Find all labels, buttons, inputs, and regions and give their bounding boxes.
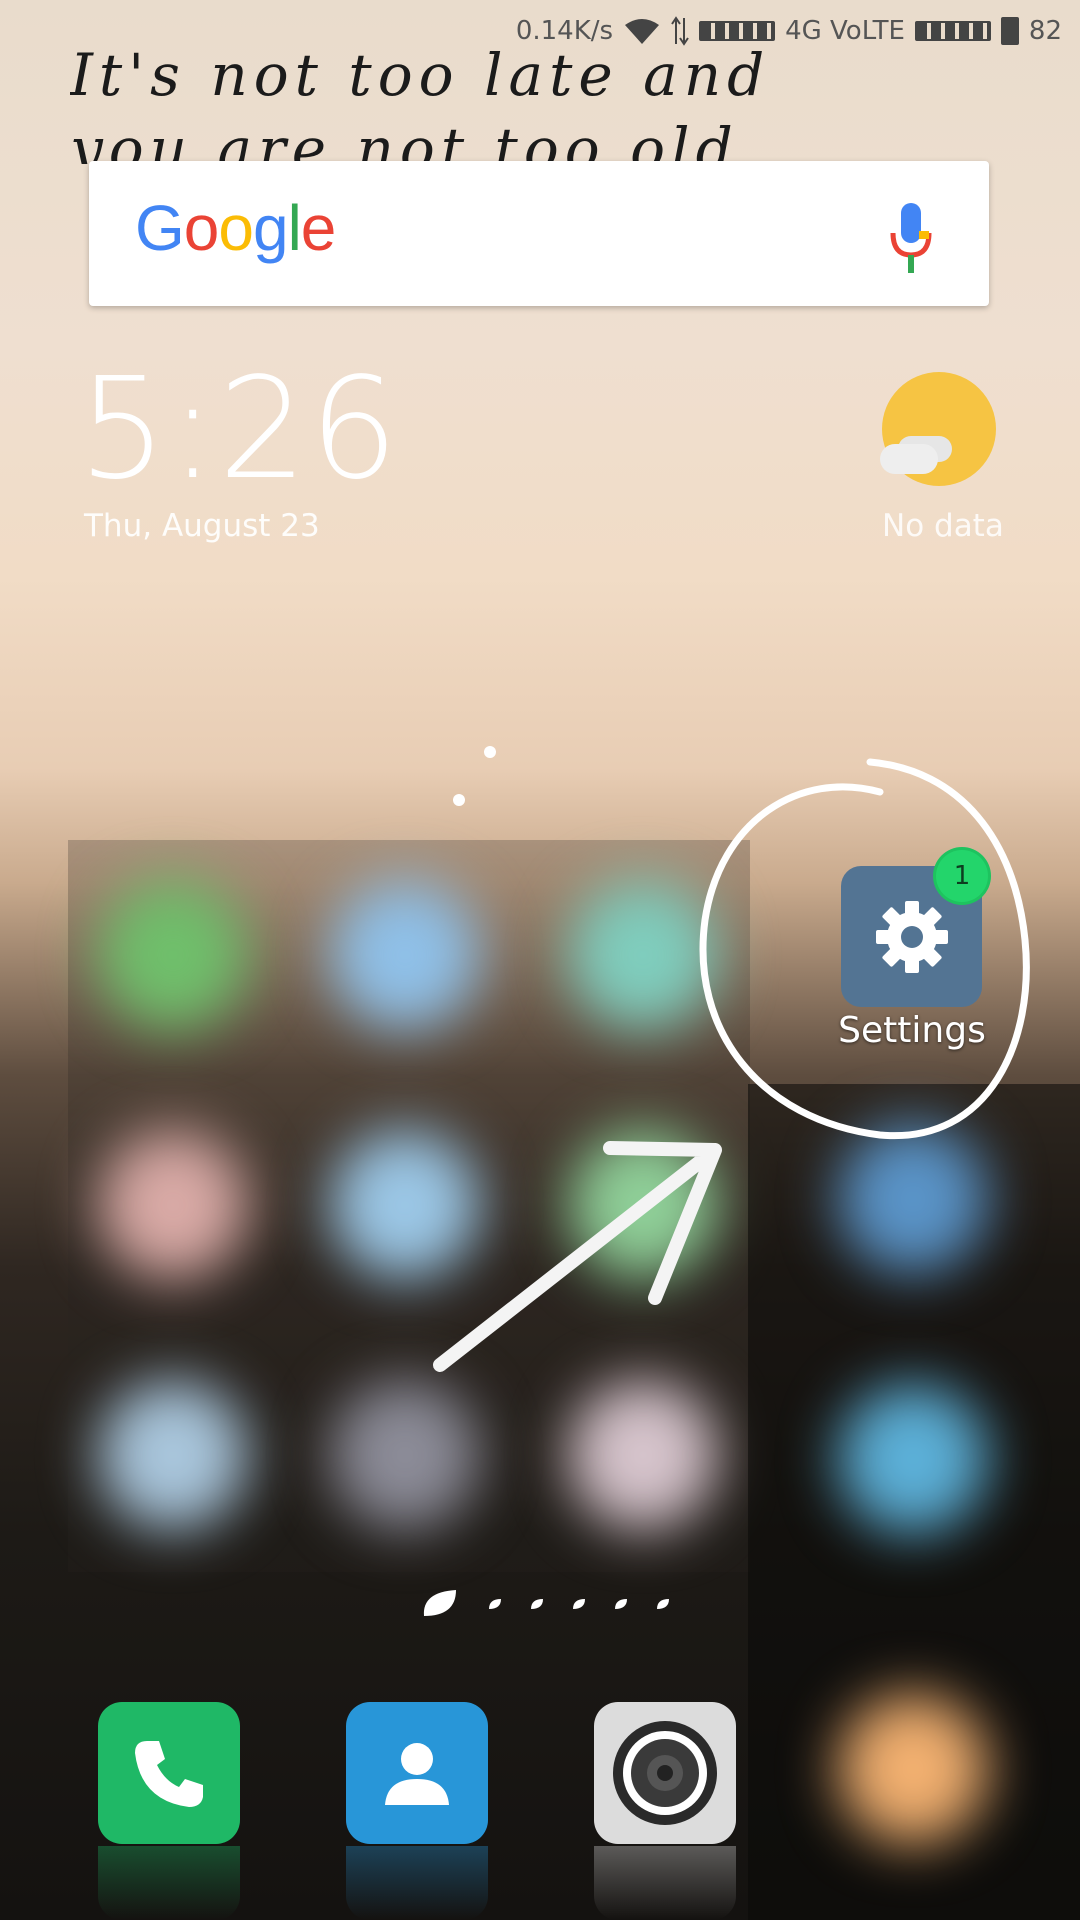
contacts-icon (385, 1743, 449, 1805)
phone-icon (135, 1741, 203, 1807)
camera-icon (613, 1721, 717, 1825)
dock-reflection (98, 1846, 240, 1920)
dock-reflection (594, 1846, 736, 1920)
annotation-circle (699, 758, 1030, 1140)
phone-app-icon[interactable] (98, 1702, 240, 1844)
page-indicator-leaf-icon[interactable] (656, 1598, 670, 1610)
camera-app-icon[interactable] (594, 1702, 736, 1844)
page-indicator-leaf-icon[interactable] (530, 1598, 544, 1610)
home-page-leaf-icon[interactable] (420, 1588, 460, 1620)
annotation-overlay (433, 758, 1030, 1372)
page-indicator-leaf-icon[interactable] (572, 1598, 586, 1610)
contacts-app-icon[interactable] (346, 1702, 488, 1844)
page-indicator-leaf-icon[interactable] (488, 1598, 502, 1610)
dock-reflection (346, 1846, 488, 1920)
page-indicator (420, 1588, 670, 1620)
annotation-arrow (433, 1141, 722, 1372)
page-indicator-leaf-icon[interactable] (614, 1598, 628, 1610)
